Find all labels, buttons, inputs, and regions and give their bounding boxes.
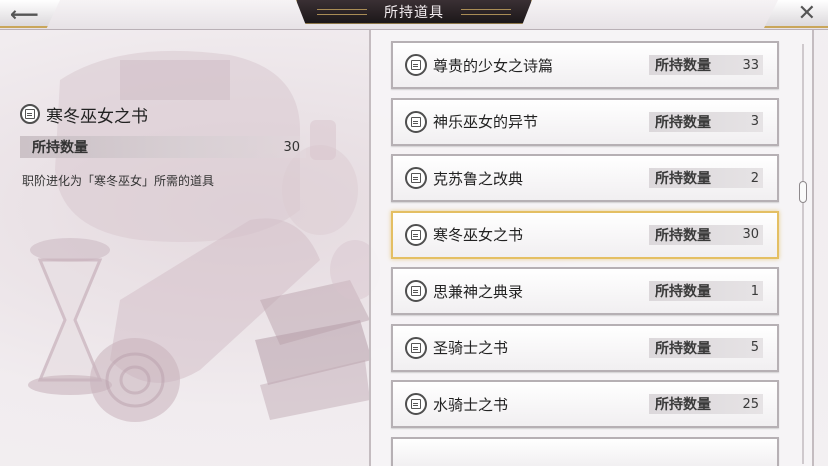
- item-quantity-bar: 所持数量 30: [649, 224, 763, 245]
- item-quantity-bar: 所持数量 25: [649, 394, 763, 414]
- list-item-partial[interactable]: [391, 436, 779, 466]
- detail-item-name: 寒冬巫女之书: [46, 106, 148, 127]
- item-quantity-label: 所持数量: [655, 397, 711, 413]
- page-title: 所持道具: [384, 4, 444, 21]
- item-quantity-value: 3: [750, 114, 759, 129]
- back-arrow-icon: ⟵: [10, 2, 39, 26]
- item-detail: 寒冬巫女之书 所持数量 30 职阶进化为「寒冬巫女」所需的道具: [20, 100, 310, 189]
- item-quantity-bar: 所持数量 33: [649, 55, 763, 75]
- book-icon: [405, 54, 427, 76]
- item-list-panel[interactable]: 尊贵的少女之诗篇 所持数量 33 神乐巫女的异节 所持数量 3 克苏鲁之改典 所…: [369, 30, 814, 466]
- scrollbar-thumb[interactable]: [799, 181, 807, 203]
- item-quantity-value: 33: [742, 57, 759, 73]
- detail-quantity-bar: 所持数量 30: [20, 136, 306, 158]
- title-plate: 所持道具: [296, 0, 532, 24]
- item-name: 寒冬巫女之书: [433, 226, 524, 244]
- book-icon: [405, 393, 427, 415]
- detail-quantity-value: 30: [283, 139, 300, 155]
- item-quantity-label: 所持数量: [655, 284, 711, 300]
- item-quantity-label: 所持数量: [655, 340, 711, 357]
- book-icon: [405, 223, 427, 246]
- item-name: 神乐巫女的异节: [433, 113, 539, 131]
- item-quantity-value: 5: [750, 340, 759, 355]
- item-quantity-bar: 所持数量 1: [649, 281, 763, 301]
- detail-name-row: 寒冬巫女之书: [20, 100, 310, 128]
- list-item[interactable]: 神乐巫女的异节 所持数量 3: [391, 97, 779, 146]
- scrollbar-track[interactable]: [802, 44, 804, 464]
- item-quantity-label: 所持数量: [655, 171, 711, 187]
- book-icon: [405, 336, 427, 359]
- list-item[interactable]: 水骑士之书 所持数量 25: [391, 380, 779, 428]
- detail-description: 职阶进化为「寒冬巫女」所需的道具: [22, 174, 215, 188]
- title-ornament-right: [461, 9, 511, 15]
- detail-quantity-label: 所持数量: [32, 140, 88, 156]
- close-icon: ✕: [797, 1, 816, 26]
- item-name: 思兼神之典录: [433, 282, 524, 301]
- item-quantity-label: 所持数量: [655, 58, 711, 74]
- item-quantity-label: 所持数量: [655, 227, 711, 244]
- item-name: 水骑士之书: [433, 395, 509, 414]
- book-icon: [405, 280, 427, 302]
- book-icon: [20, 104, 40, 124]
- title-ornament-left: [317, 9, 367, 15]
- book-icon: [405, 110, 427, 133]
- item-quantity-value: 2: [750, 170, 759, 186]
- item-name: 圣骑士之书: [433, 339, 509, 357]
- list-item[interactable]: 尊贵的少女之诗篇 所持数量 33: [391, 41, 779, 89]
- item-list: 尊贵的少女之诗篇 所持数量 33 神乐巫女的异节 所持数量 3 克苏鲁之改典 所…: [391, 41, 781, 466]
- item-quantity-bar: 所持数量 2: [649, 168, 763, 188]
- item-quantity-label: 所持数量: [655, 114, 711, 131]
- item-quantity-bar: 所持数量 3: [649, 111, 763, 132]
- item-name: 克苏鲁之改典: [433, 169, 524, 188]
- item-quantity-value: 30: [742, 227, 759, 242]
- book-icon: [405, 167, 427, 189]
- list-item[interactable]: 克苏鲁之改典 所持数量 2: [391, 154, 779, 202]
- list-item[interactable]: 圣骑士之书 所持数量 5: [391, 323, 779, 372]
- item-quantity-bar: 所持数量 5: [649, 337, 763, 358]
- list-item[interactable]: 思兼神之典录 所持数量 1: [391, 267, 779, 315]
- item-name: 尊贵的少女之诗篇: [433, 56, 554, 75]
- item-quantity-value: 25: [742, 396, 759, 412]
- list-item-selected[interactable]: 寒冬巫女之书 所持数量 30: [391, 210, 779, 259]
- item-quantity-value: 1: [750, 283, 759, 299]
